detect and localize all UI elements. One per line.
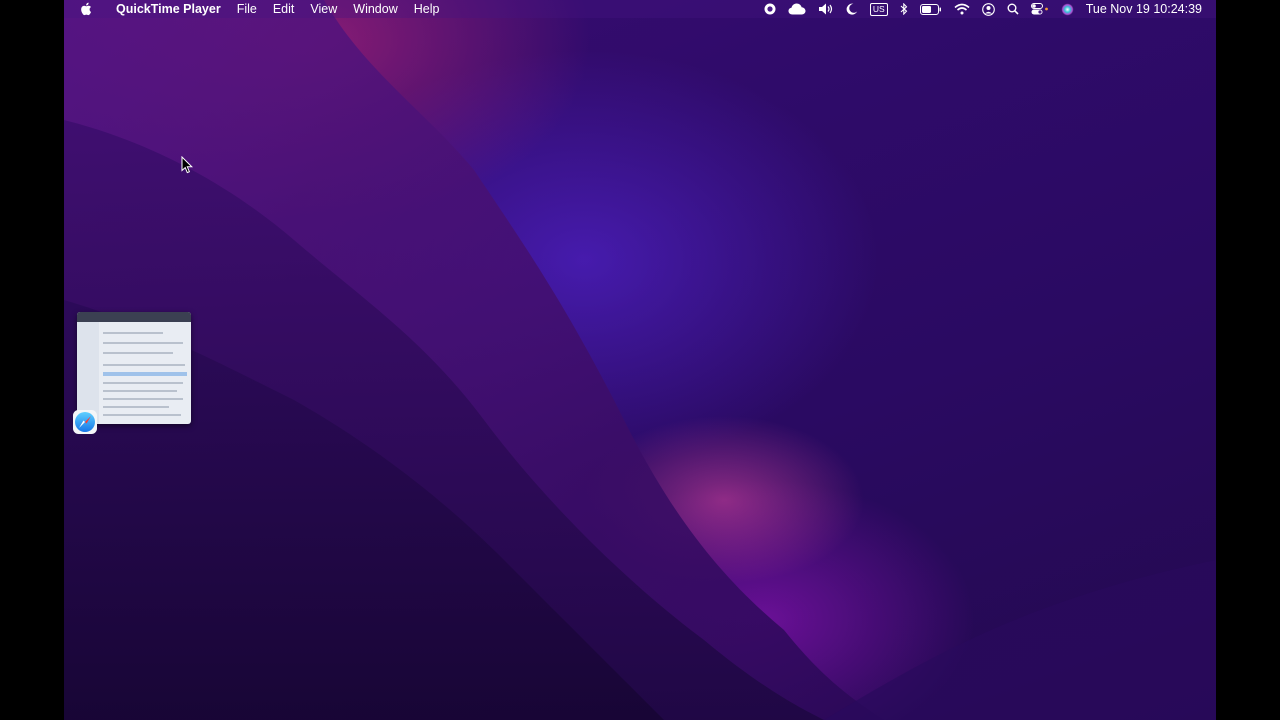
apple-menu-icon[interactable]	[80, 1, 94, 17]
input-source-label: US	[869, 2, 888, 16]
keyboard-input-icon[interactable]: US	[869, 0, 888, 18]
thumbnail-row	[103, 342, 183, 344]
user-icon[interactable]	[981, 0, 995, 18]
thumbnail-titlebar	[77, 312, 191, 322]
desktop: QuickTime Player File Edit View Window H…	[64, 0, 1216, 720]
thumbnail-row	[103, 414, 181, 416]
thumbnail-row	[103, 406, 169, 408]
safari-icon[interactable]	[72, 409, 98, 435]
thumbnail-row	[103, 332, 163, 334]
menu-help[interactable]: Help	[406, 0, 448, 18]
menu-file[interactable]: File	[229, 0, 265, 18]
control-center-icon[interactable]	[1030, 0, 1049, 18]
menu-view[interactable]: View	[302, 0, 345, 18]
menu-bar-clock[interactable]: Tue Nov 19 10:24:39	[1086, 2, 1202, 16]
screen-record-icon[interactable]	[764, 0, 776, 18]
battery-icon[interactable]	[919, 0, 942, 18]
thumbnail-row	[103, 352, 173, 354]
menu-bar: QuickTime Player File Edit View Window H…	[64, 0, 1216, 18]
wifi-icon[interactable]	[954, 0, 970, 18]
wallpaper	[64, 0, 1216, 720]
thumbnail-row	[103, 382, 183, 384]
thumbnail-row-selected	[103, 372, 187, 376]
volume-icon[interactable]	[818, 0, 834, 18]
thumbnail-row	[103, 398, 183, 400]
thumbnail-row	[103, 390, 177, 392]
mouse-cursor-icon	[181, 156, 193, 174]
thumbnail-row	[103, 364, 185, 366]
menu-app-name[interactable]: QuickTime Player	[108, 0, 229, 18]
bluetooth-icon[interactable]	[900, 0, 908, 18]
moon-icon[interactable]	[846, 0, 858, 18]
menu-edit[interactable]: Edit	[265, 0, 303, 18]
cloud-icon[interactable]	[788, 0, 806, 18]
window-thumbnail[interactable]	[77, 312, 191, 424]
menu-window[interactable]: Window	[345, 0, 405, 18]
search-icon[interactable]	[1007, 0, 1019, 18]
siri-icon[interactable]	[1061, 0, 1074, 18]
